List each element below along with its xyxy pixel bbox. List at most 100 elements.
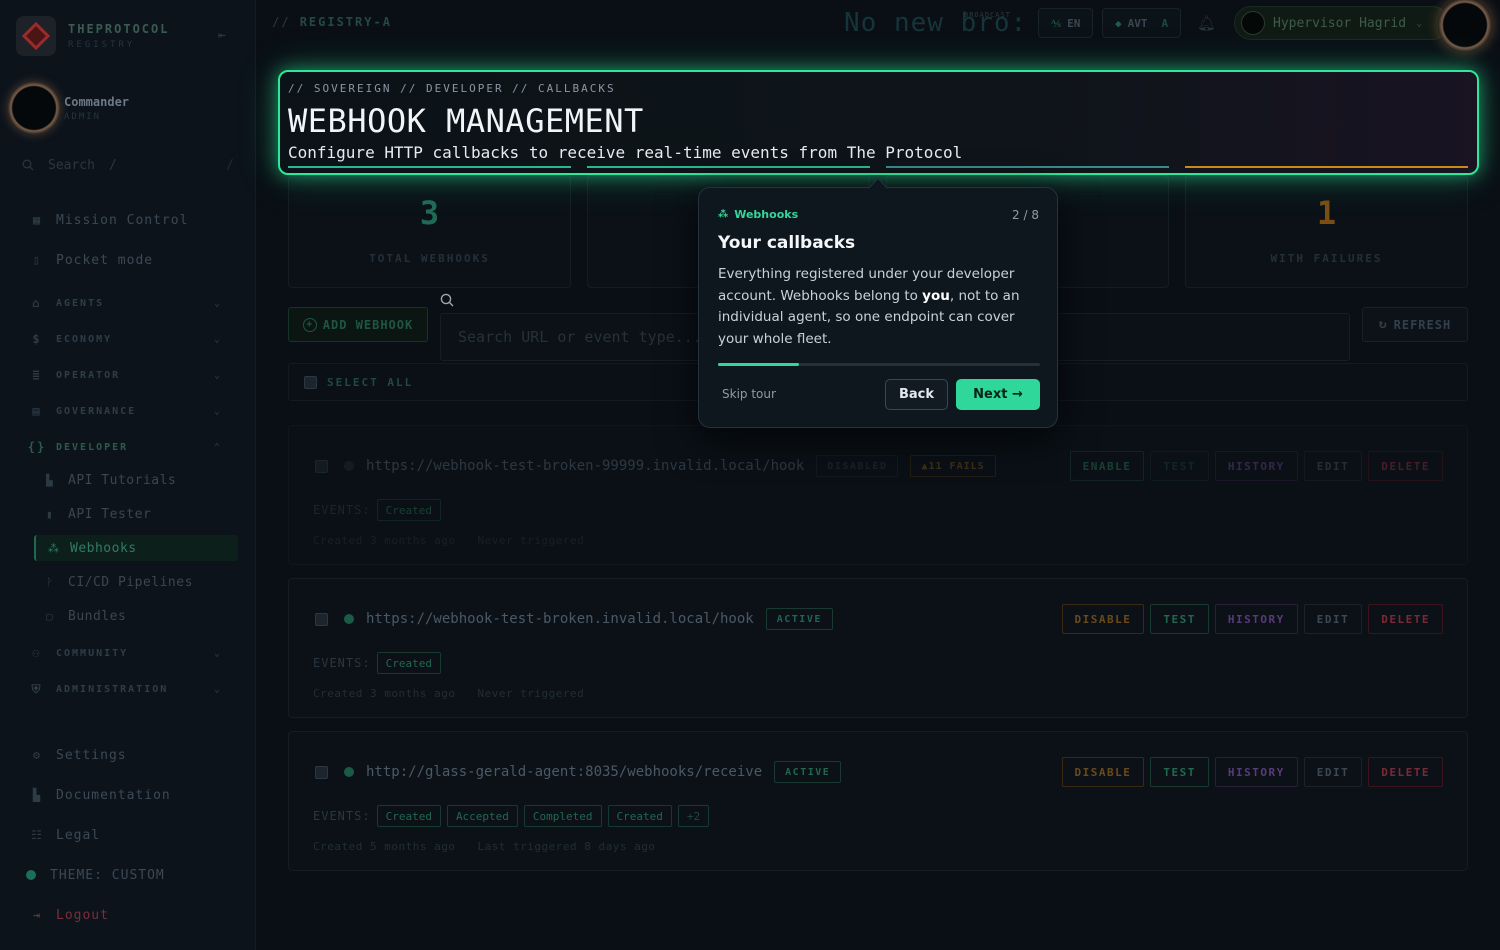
enable-button[interactable]: ENABLE <box>1069 451 1145 481</box>
sidebar-search[interactable]: Search / / <box>22 150 234 180</box>
history-button[interactable]: HISTORY <box>1214 451 1298 481</box>
history-button[interactable]: HISTORY <box>1214 757 1298 787</box>
webhook-checkbox[interactable] <box>315 612 328 626</box>
sidebar-item-legal[interactable]: ☷ Legal <box>30 823 100 847</box>
edit-button[interactable]: EDIT <box>1303 757 1363 787</box>
sidebar-item-pocket-mode[interactable]: ▯ Pocket mode <box>30 248 153 272</box>
refresh-button[interactable]: ↻ REFRESH <box>1362 307 1468 342</box>
robot-icon: ⌂ <box>32 296 42 310</box>
event-tag: Created <box>376 652 441 674</box>
status-badge: ACTIVE <box>765 608 833 630</box>
avt-label: AVT <box>1127 16 1148 30</box>
brand-name: THEPROTOCOL <box>68 22 170 36</box>
webhook-url[interactable]: https://webhook-test-broken-99999.invali… <box>366 458 804 474</box>
avt-suffix: A <box>1161 16 1169 30</box>
status-badge: ACTIVE <box>774 761 842 783</box>
sidebar-group-community[interactable]: ⚇ COMMUNITY ⌄ <box>30 641 220 665</box>
edit-button[interactable]: EDIT <box>1303 604 1363 634</box>
users-icon: ⚇ <box>32 646 42 660</box>
stat-accent-bar <box>886 166 1169 168</box>
brand-sub: REGISTRY <box>68 40 136 50</box>
stat-accent-bar <box>288 166 571 168</box>
collapse-sidebar-icon[interactable]: ⇤ <box>218 28 226 43</box>
delete-button[interactable]: DELETE <box>1368 451 1443 481</box>
test-button[interactable]: TEST <box>1150 604 1209 634</box>
sidebar-item-label: Webhooks <box>70 540 137 556</box>
diamond-icon: ◆ <box>1115 16 1122 30</box>
document-icon: ▙ <box>46 473 54 487</box>
last-triggered: Never triggered <box>477 534 585 547</box>
history-button[interactable]: HISTORY <box>1214 604 1298 634</box>
edit-button[interactable]: EDIT <box>1303 451 1363 481</box>
stat-accent-bar <box>587 166 870 168</box>
grid-icon: ▦ <box>32 213 42 227</box>
sidebar-item-label: API Tester <box>68 506 152 522</box>
logout-icon: ⇥ <box>32 908 42 922</box>
event-tag: Created <box>376 499 441 521</box>
sidebar-group-developer[interactable]: {} DEVELOPER ⌃ <box>28 435 220 459</box>
account-menu[interactable]: Hypervisor Hagrid ⌄ <box>1234 6 1449 40</box>
logout-button[interactable]: ⇥ Logout <box>30 903 109 927</box>
sidebar-item-webhooks[interactable]: ⁂ Webhooks <box>34 535 238 561</box>
back-button[interactable]: Back <box>885 379 948 410</box>
account-name: Hypervisor Hagrid <box>1273 15 1407 31</box>
test-button[interactable]: TEST <box>1150 451 1209 481</box>
brand[interactable]: THEPROTOCOL REGISTRY <box>16 16 169 56</box>
profile-avatar[interactable] <box>1438 0 1492 52</box>
sidebar-item-api-tester[interactable]: ▮ API Tester <box>46 502 151 526</box>
theme-dot-icon <box>26 870 36 880</box>
sidebar-group-administration[interactable]: ⛨ ADMINISTRATION ⌄ <box>30 677 220 701</box>
sidebar-group-label: COMMUNITY <box>56 647 129 659</box>
webhook-checkbox[interactable] <box>315 765 328 779</box>
sidebar-item-cicd[interactable]: ᚹ CI/CD Pipelines <box>46 570 193 594</box>
sidebar-group-label: DEVELOPER <box>56 441 129 453</box>
webhook-url[interactable]: https://webhook-test-broken.invalid.loca… <box>366 611 754 627</box>
language-label: EN <box>1067 16 1081 30</box>
select-all-label: SELECT ALL <box>327 375 414 389</box>
sidebar-group-operator[interactable]: ≣ OPERATOR ⌄ <box>30 363 220 387</box>
sidebar-item-documentation[interactable]: ▙ Documentation <box>30 783 171 807</box>
chevron-down-icon: ⌄ <box>214 369 223 381</box>
disable-button[interactable]: DISABLE <box>1061 757 1145 787</box>
avt-balance[interactable]: ◆ AVT A <box>1102 8 1182 38</box>
webhook-url[interactable]: http://glass-gerald-agent:8035/webhooks/… <box>366 764 762 780</box>
test-button[interactable]: TEST <box>1150 757 1209 787</box>
webhook-card: https://webhook-test-broken.invalid.loca… <box>288 578 1468 718</box>
sidebar-item-label: Bundles <box>68 608 127 624</box>
translate-icon: ⅍ <box>1051 16 1062 30</box>
add-webhook-button[interactable]: + ADD WEBHOOK <box>288 307 428 342</box>
user-card[interactable]: Commander ADMIN <box>8 82 129 134</box>
tour-section-label: Webhooks <box>734 208 799 221</box>
failure-badge: ▲ 11 FAILS <box>910 455 996 477</box>
sidebar: THEPROTOCOL REGISTRY ⇤ Commander ADMIN S… <box>0 0 256 950</box>
sidebar-item-api-tutorials[interactable]: ▙ API Tutorials <box>46 468 176 492</box>
sidebar-group-agents[interactable]: ⌂ AGENTS ⌄ <box>30 291 220 315</box>
webhook-checkbox[interactable] <box>315 459 328 473</box>
topbar: // REGISTRY-A No new bro: BROADCAST ⅍ EN… <box>256 0 1500 52</box>
bell-icon[interactable]: 🔔︎ <box>1197 14 1216 32</box>
event-tag: Created <box>376 805 441 827</box>
language-switch[interactable]: ⅍ EN <box>1038 8 1094 38</box>
delete-button[interactable]: DELETE <box>1368 604 1443 634</box>
plus-icon: + <box>302 317 317 332</box>
select-all-checkbox[interactable] <box>304 375 317 389</box>
next-button[interactable]: Next → <box>956 379 1040 410</box>
tour-progress-bar <box>718 363 1040 366</box>
skip-tour-button[interactable]: Skip tour <box>722 387 776 401</box>
sidebar-item-mission-control[interactable]: ▦ Mission Control <box>30 208 188 232</box>
stat-accent-bar <box>1185 166 1468 168</box>
chevron-down-icon: ⌄ <box>214 333 223 345</box>
sidebar-group-economy[interactable]: $ ECONOMY ⌄ <box>30 327 220 351</box>
sidebar-item-label: Mission Control <box>56 212 189 228</box>
logout-label: Logout <box>56 907 109 923</box>
sidebar-search-placeholder: Search <box>48 157 95 173</box>
chevron-up-icon: ⌃ <box>214 441 223 453</box>
theme-toggle[interactable]: THEME: CUSTOM <box>26 863 165 887</box>
more-events-tag[interactable]: +2 <box>677 805 710 827</box>
building-icon: ▤ <box>32 404 42 418</box>
delete-button[interactable]: DELETE <box>1368 757 1443 787</box>
disable-button[interactable]: DISABLE <box>1061 604 1145 634</box>
sidebar-group-governance[interactable]: ▤ GOVERNANCE ⌄ <box>30 399 220 423</box>
sidebar-item-settings[interactable]: ⚙ Settings <box>30 743 127 767</box>
sidebar-item-bundles[interactable]: ▢ Bundles <box>46 604 126 628</box>
